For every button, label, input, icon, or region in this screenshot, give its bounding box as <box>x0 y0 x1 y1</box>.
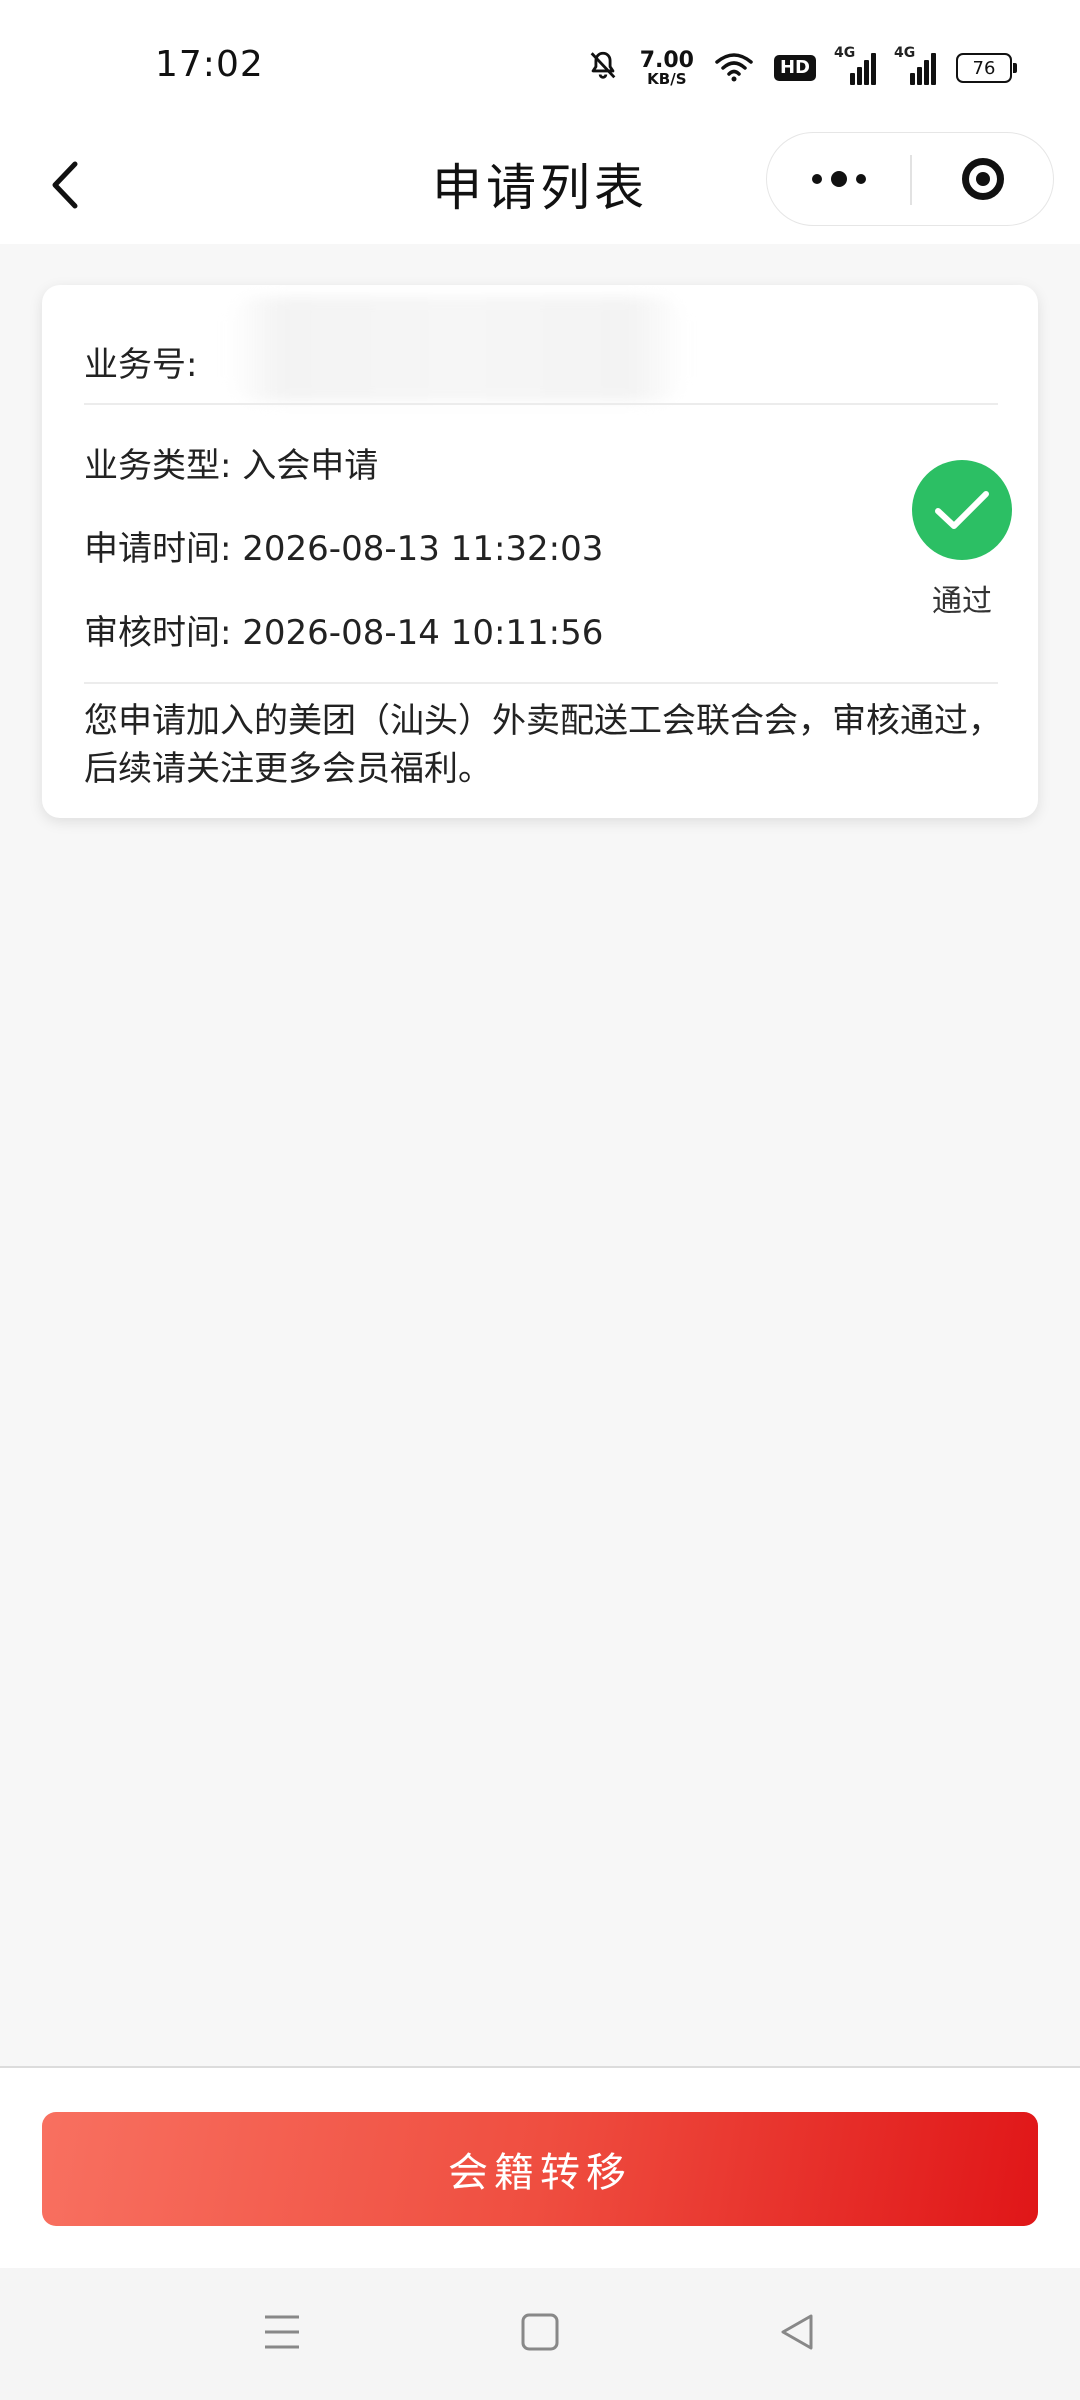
review-time-value: 2026-08-14 10:11:56 <box>242 613 604 653</box>
apply-time-row: 申请时间: 2026-08-13 11:32:03 <box>84 521 603 570</box>
back-nav-button[interactable] <box>757 2298 837 2370</box>
check-circle-icon <box>912 460 1012 560</box>
review-time-label: 审核时间: <box>84 613 232 653</box>
signal-label: 4G <box>894 45 916 61</box>
divider <box>84 403 998 405</box>
business-type-value: 入会申请 <box>242 446 379 486</box>
signal-icon: 4G <box>894 45 936 85</box>
target-icon <box>962 158 1004 200</box>
status-time: 17:02 <box>155 44 264 85</box>
network-speed-value: 7.00 <box>639 47 694 73</box>
hd-badge: HD <box>773 55 816 81</box>
bell-off-icon <box>586 49 620 87</box>
square-icon <box>520 2312 560 2356</box>
membership-transfer-button[interactable]: 会籍转移 <box>42 2112 1038 2226</box>
business-type-label: 业务类型: <box>84 446 232 486</box>
home-button[interactable] <box>500 2298 580 2370</box>
network-speed: 7.00 KB/S <box>639 47 694 88</box>
nav-bar: 申请列表 <box>0 130 1080 244</box>
application-card[interactable]: 业务号: 业务类型: 入会申请 申请时间: 2026-08-13 11:32:0… <box>42 285 1038 818</box>
battery-icon: 76 <box>956 53 1017 83</box>
wifi-icon <box>714 50 754 86</box>
apply-time-label: 申请时间: <box>84 529 232 569</box>
business-type-row: 业务类型: 入会申请 <box>84 438 378 487</box>
mini-program-capsule <box>766 132 1054 226</box>
bottom-action-bar: 会籍转移 <box>0 2068 1080 2268</box>
divider <box>84 682 998 684</box>
more-dots-icon <box>812 174 822 184</box>
more-button[interactable] <box>767 133 911 225</box>
business-number-row: 业务号: <box>84 337 197 386</box>
approval-status: 通过 <box>897 460 1027 620</box>
system-nav-bar <box>0 2268 1080 2400</box>
battery-level: 76 <box>972 57 996 79</box>
triangle-left-icon <box>777 2312 817 2356</box>
menu-icon <box>262 2313 302 2355</box>
apply-time-value: 2026-08-13 11:32:03 <box>242 529 604 569</box>
close-mini-program-button[interactable] <box>911 133 1055 225</box>
status-label: 通过 <box>932 584 992 619</box>
review-message: 您申请加入的美团（汕头）外卖配送工会联合会，审核通过，后续请关注更多会员福利。 <box>84 701 1002 789</box>
business-number-label: 业务号: <box>84 345 198 385</box>
network-speed-unit: KB/S <box>647 69 687 88</box>
status-bar: 17:02 7.00 KB/S HD 4G 4G 76 <box>0 0 1080 130</box>
review-time-row: 审核时间: 2026-08-14 10:11:56 <box>84 605 603 654</box>
signal-icon: 4G <box>834 45 876 85</box>
signal-label: 4G <box>834 45 856 61</box>
redacted-area <box>227 297 687 401</box>
status-icons: 7.00 KB/S HD 4G 4G 76 <box>586 44 1017 92</box>
menu-button[interactable] <box>242 2298 322 2370</box>
